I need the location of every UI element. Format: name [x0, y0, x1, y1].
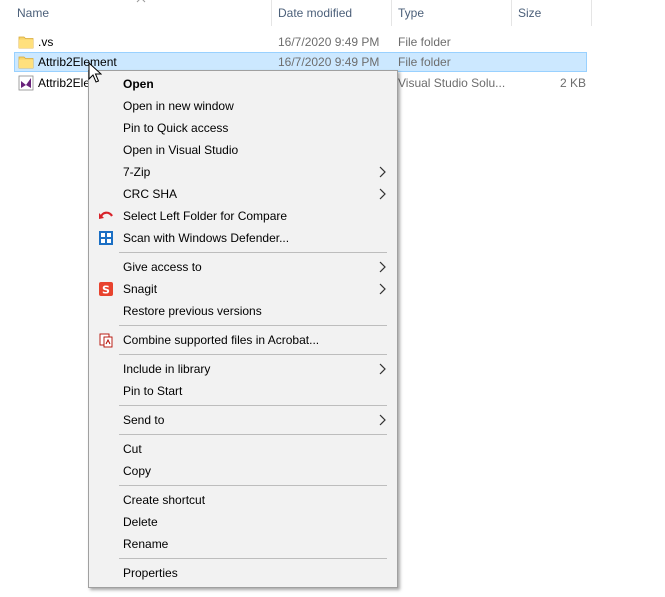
- menu-item-label: Include in library: [123, 362, 211, 376]
- menu-item-label: Open in new window: [123, 99, 234, 113]
- menu-item-include-library[interactable]: Include in library: [89, 358, 397, 380]
- file-name: Attrib2Ele: [38, 76, 91, 90]
- menu-item-pin-start[interactable]: Pin to Start: [89, 380, 397, 402]
- menu-separator: [119, 354, 387, 355]
- column-type[interactable]: Type: [398, 6, 424, 20]
- menu-item-select-left-folder[interactable]: Select Left Folder for Compare: [89, 205, 397, 227]
- menu-item-label: Pin to Start: [123, 384, 183, 398]
- menu-item-rename[interactable]: Rename: [89, 533, 397, 555]
- menu-item-cut[interactable]: Cut: [89, 438, 397, 460]
- menu-item-create-shortcut[interactable]: Create shortcut: [89, 489, 397, 511]
- menu-item-open-visual-studio[interactable]: Open in Visual Studio: [89, 139, 397, 161]
- menu-item-label: Give access to: [123, 260, 202, 274]
- menu-item-open[interactable]: Open: [89, 73, 397, 95]
- context-menu: Open Open in new window Pin to Quick acc…: [88, 70, 398, 588]
- chevron-right-icon: [379, 414, 386, 426]
- menu-item-label: Send to: [123, 413, 165, 427]
- menu-separator: [119, 434, 387, 435]
- menu-item-scan-defender[interactable]: Scan with Windows Defender...: [89, 227, 397, 249]
- menu-item-label: Combine supported files in Acrobat...: [123, 333, 320, 347]
- file-name: .vs: [38, 35, 54, 49]
- windows-defender-icon: [99, 231, 113, 245]
- visual-studio-solution-icon: [18, 75, 34, 91]
- menu-separator: [119, 252, 387, 253]
- menu-item-combine-acrobat[interactable]: Combine supported files in Acrobat...: [89, 329, 397, 351]
- svg-text:S: S: [102, 284, 110, 297]
- menu-item-label: Snagit: [123, 282, 158, 296]
- menu-item-label: CRC SHA: [123, 187, 178, 201]
- column-header-bar: Name Date modified Type Size: [0, 0, 665, 26]
- column-divider[interactable]: [391, 0, 392, 26]
- menu-item-send-to[interactable]: Send to: [89, 409, 397, 431]
- menu-item-7zip[interactable]: 7-Zip: [89, 161, 397, 183]
- menu-separator: [119, 485, 387, 486]
- file-name: Attrib2Element: [38, 55, 117, 69]
- menu-item-give-access[interactable]: Give access to: [89, 256, 397, 278]
- menu-item-label: Select Left Folder for Compare: [123, 209, 288, 223]
- chevron-right-icon: [379, 283, 386, 295]
- chevron-right-icon: [379, 166, 386, 178]
- folder-icon: [18, 56, 34, 69]
- menu-item-label: Scan with Windows Defender...: [123, 231, 290, 245]
- file-type: File folder: [398, 35, 451, 49]
- menu-item-restore-versions[interactable]: Restore previous versions: [89, 300, 397, 322]
- column-divider[interactable]: [591, 0, 592, 26]
- menu-item-snagit[interactable]: S Snagit: [89, 278, 397, 300]
- column-divider[interactable]: [511, 0, 512, 26]
- column-size[interactable]: Size: [518, 6, 541, 20]
- menu-item-label: Copy: [123, 464, 152, 478]
- menu-separator: [119, 325, 387, 326]
- chevron-right-icon: [379, 188, 386, 200]
- menu-item-label: Cut: [123, 442, 142, 456]
- file-size: 2 KB: [560, 76, 587, 90]
- column-name[interactable]: Name: [17, 6, 49, 20]
- acrobat-icon: [99, 333, 113, 348]
- folder-icon: [18, 36, 34, 49]
- column-divider[interactable]: [271, 0, 272, 26]
- file-date: 16/7/2020 9:49 PM: [278, 35, 380, 49]
- menu-item-label: Create shortcut: [123, 493, 206, 507]
- snagit-icon: S: [99, 282, 113, 297]
- menu-item-properties[interactable]: Properties: [89, 562, 397, 584]
- menu-item-label: Properties: [123, 566, 178, 580]
- menu-item-label: 7-Zip: [123, 165, 151, 179]
- file-row-vs[interactable]: .vs 16/7/2020 9:49 PM File folder: [14, 32, 587, 52]
- chevron-right-icon: [379, 363, 386, 375]
- file-date: 16/7/2020 9:49 PM: [278, 55, 380, 69]
- menu-separator: [119, 558, 387, 559]
- file-type: Visual Studio Solu...: [398, 76, 506, 90]
- menu-item-delete[interactable]: Delete: [89, 511, 397, 533]
- menu-item-label: Open: [123, 77, 154, 91]
- menu-item-open-new-window[interactable]: Open in new window: [89, 95, 397, 117]
- mouse-pointer-icon: [88, 62, 102, 83]
- column-date-modified[interactable]: Date modified: [278, 6, 352, 20]
- menu-item-pin-quick-access[interactable]: Pin to Quick access: [89, 117, 397, 139]
- menu-item-copy[interactable]: Copy: [89, 460, 397, 482]
- file-type: File folder: [398, 55, 451, 69]
- menu-item-crc-sha[interactable]: CRC SHA: [89, 183, 397, 205]
- menu-item-label: Delete: [123, 515, 158, 529]
- sort-up-icon: [136, 0, 146, 3]
- menu-item-label: Open in Visual Studio: [123, 143, 239, 157]
- chevron-right-icon: [379, 261, 386, 273]
- undo-arrow-icon: [99, 211, 113, 219]
- menu-item-label: Pin to Quick access: [123, 121, 229, 135]
- menu-separator: [119, 405, 387, 406]
- menu-item-label: Restore previous versions: [123, 304, 262, 318]
- menu-item-label: Rename: [123, 537, 169, 551]
